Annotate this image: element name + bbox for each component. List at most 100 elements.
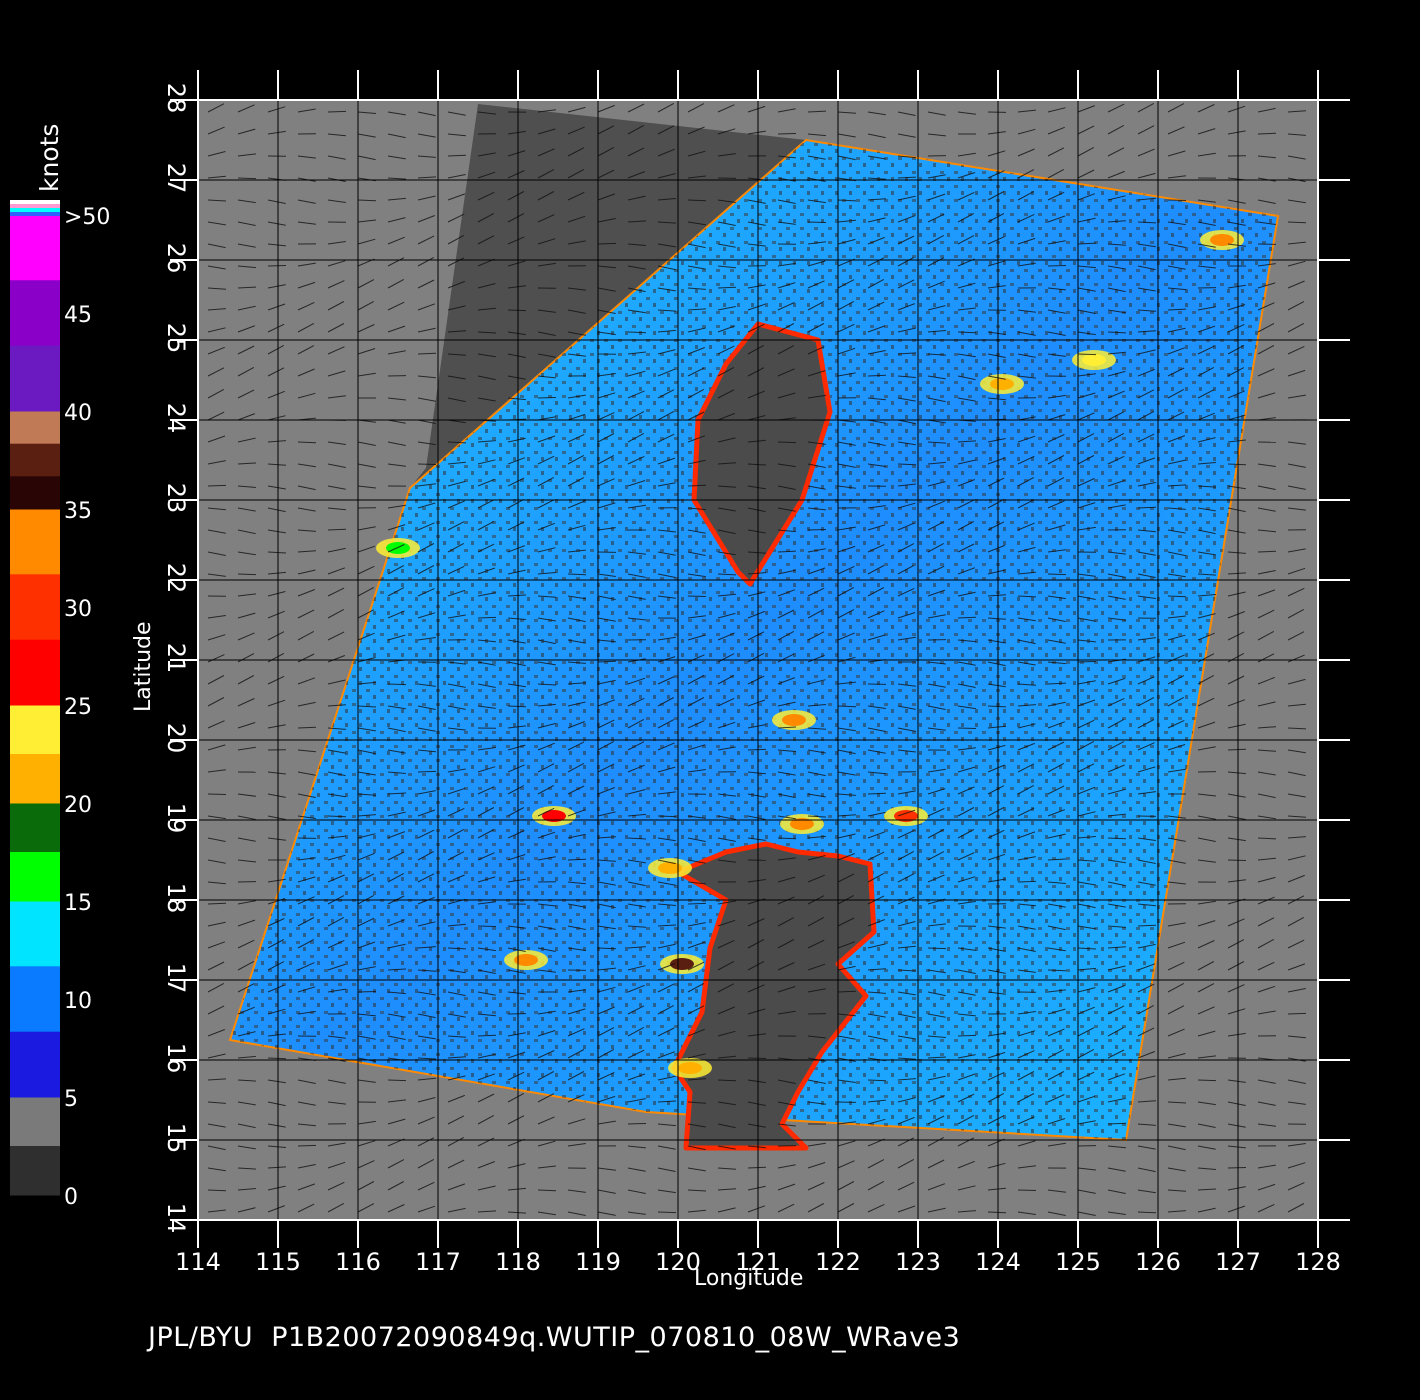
wind-vector [1167,199,1187,201]
wind-vector [417,463,437,465]
x-tick-label: 119 [575,1248,621,1276]
x-tick-label: 123 [895,1248,941,1276]
y-tick-label: 16 [162,1043,190,1074]
y-tick-label: 14 [162,1203,190,1234]
wind-vector [627,331,647,334]
wind-vector [357,199,377,202]
colorbar-label: 5 [64,1087,78,1112]
wind-vector [717,286,737,289]
y-tick-label: 27 [162,163,190,194]
y-tick-label: 22 [162,563,190,594]
wind-vector [327,110,347,113]
colorbar-band-5 [10,639,60,706]
wind-vector [867,374,887,377]
x-tick-label: 122 [815,1248,861,1276]
wind-vector [1137,506,1157,509]
y-tick-label: 17 [162,963,190,994]
colorbar-overflow-stripe [10,208,60,212]
wind-vector [477,616,497,619]
wind-vector [537,397,557,399]
y-tick-label: 28 [162,83,190,114]
wind-vector [447,154,467,157]
x-tick-label: 117 [415,1248,461,1276]
y-tick-label: 25 [162,323,190,354]
colorbar-band-6 [10,443,60,477]
wind-vector [597,242,617,245]
wind-vector [1077,661,1097,663]
colorbar-overflow-stripe [10,204,60,208]
colorbar-band-1 [10,1146,60,1196]
wind-patch-core-12 [386,542,410,554]
colorbar-label: 15 [64,891,92,916]
colorbar-band-7 [10,345,60,412]
wind-vector [1137,924,1157,927]
wind-vector [807,529,827,531]
wind-vector [657,1211,677,1214]
colorbar-label: 35 [64,499,92,524]
wind-vector [1227,463,1247,466]
colorbar-band-5 [10,574,60,641]
colorbar-band-6 [10,411,60,445]
colorbar-band-2 [10,966,60,1033]
x-tick-label: 127 [1215,1248,1261,1276]
y-axis-label: Latitude [131,621,156,712]
wind-vector [1077,353,1097,356]
wind-vector [207,793,227,795]
y-tick-label: 19 [162,803,190,834]
wind-vector [267,1057,287,1060]
colorbar-overflow-stripe [10,200,60,204]
wind-vector [687,902,707,905]
y-tick-label: 26 [162,243,190,274]
colorbar-label: 10 [64,989,92,1014]
x-axis-label: Longitude [694,1266,804,1291]
wind-vector [1227,1167,1247,1169]
footer-caption: JPL/BYU P1B20072090849q.WUTIP_070810_08W_… [148,1322,978,1353]
wind-vector [1017,880,1037,883]
colorbar-label: 45 [64,303,92,328]
wind-map-figure: 114 115 116 117 118 119 120 121 122 123 124 125 126 1… [10,70,1350,1276]
wind-patch-core-8 [678,1062,702,1074]
colorbar-band-7 [10,280,60,347]
colorbar-band-5 [10,509,60,575]
wind-vector [1257,132,1277,135]
x-tick-label: 124 [975,1248,1021,1276]
wind-vector [237,177,257,180]
wind-vector [1047,265,1067,267]
footer-filename: P1B20072090849q.WUTIP_070810_08W_WRave3 [271,1322,961,1353]
wind-vector [1167,595,1187,598]
x-tick-label: 128 [1295,1248,1341,1276]
wind-vector [777,837,797,840]
wind-vector [897,463,917,466]
colorbar-band-6 [10,476,60,510]
wind-vector [957,727,977,729]
wind-patch-core-11 [1082,354,1106,366]
wind-vector [537,1189,557,1192]
wind-patch-core-5 [990,378,1014,390]
wind-vector [657,815,677,818]
wind-vector [1257,550,1277,553]
wind-vector [417,770,437,773]
wind-vector [1047,573,1067,576]
wind-vector [267,265,287,267]
wind-vector [297,1144,317,1147]
wind-vector [747,1057,767,1059]
wind-vector [777,441,797,444]
colorbar-label: >50 [64,205,110,230]
wind-vector [1287,1012,1307,1015]
colorbar-label: 30 [64,597,92,622]
y-tick-label: 21 [162,643,190,674]
wind-vector [687,199,707,202]
y-tick-label: 18 [162,883,190,914]
x-tick-label: 116 [335,1248,381,1276]
colorbar-band-3 [10,803,60,853]
colorbar-band-2 [10,901,60,967]
wind-vector [1017,1189,1037,1191]
y-tick-label: 24 [162,403,190,434]
wind-patch-core-10 [782,714,806,726]
x-tick-label: 114 [175,1248,221,1276]
y-tick-label: 20 [162,723,190,754]
colorbar-band-1 [10,1097,60,1147]
colorbar-band-2 [10,1031,60,1098]
colorbar-label: 40 [64,401,92,426]
wind-vector [687,595,707,597]
